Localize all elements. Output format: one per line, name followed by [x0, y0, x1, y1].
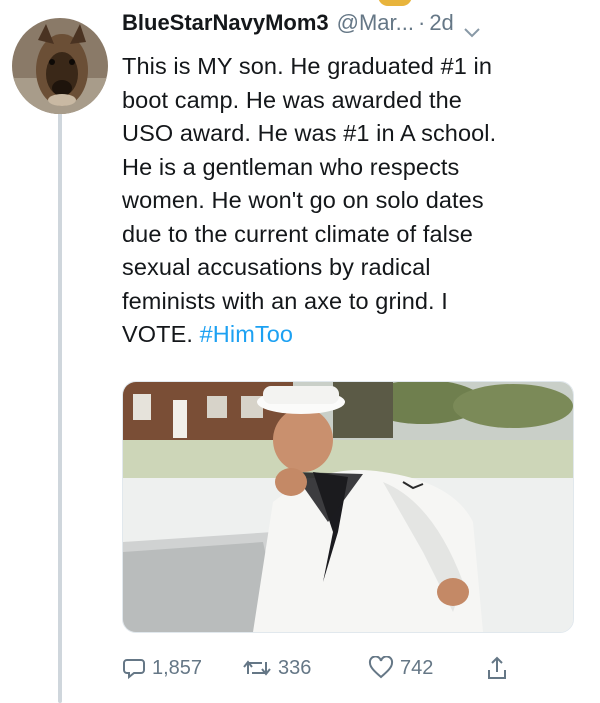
- display-name[interactable]: BlueStarNavyMom3: [122, 10, 329, 36]
- reply-button[interactable]: 1,857: [122, 656, 242, 680]
- tweet-text-fragment: VOTE.: [122, 321, 200, 347]
- handle[interactable]: @Mar...: [337, 10, 414, 36]
- emoji-fragment: [378, 0, 412, 6]
- tweet-header: BlueStarNavyMom3 @Mar... · 2d: [122, 10, 582, 46]
- tweet-text-line: feminists with an axe to grind. I: [122, 287, 448, 314]
- reply-count: 1,857: [152, 656, 203, 679]
- like-count: 742: [400, 656, 434, 679]
- chevron-down-icon[interactable]: [462, 20, 482, 38]
- heart-icon: [368, 656, 394, 679]
- tweet-text-line: USO award. He was #1 in A school.: [122, 120, 497, 146]
- tweet-actions: 1,857 336 742: [122, 650, 582, 686]
- sailor-photo: [123, 382, 573, 632]
- tweet-media-photo[interactable]: [122, 381, 574, 633]
- share-icon: [488, 656, 506, 679]
- tweet-text-line: due to the current climate of false: [122, 220, 473, 247]
- tweet-text-line: women. He won't go on solo dates: [122, 187, 484, 213]
- timestamp[interactable]: 2d: [429, 10, 453, 36]
- avatar[interactable]: [12, 18, 108, 114]
- like-button[interactable]: 742: [368, 656, 486, 680]
- tweet-text-line: He is a gentleman who respects: [122, 153, 460, 180]
- tweet-text: This is MY son. He graduated #1 in boot …: [122, 50, 577, 352]
- reply-icon: [123, 659, 145, 680]
- thread-line: [58, 112, 62, 703]
- hashtag-link[interactable]: #HimToo: [200, 321, 293, 347]
- retweet-button[interactable]: 336: [242, 656, 368, 680]
- tweet-text-line: boot camp. He was awarded the: [122, 86, 462, 113]
- retweet-icon: [243, 660, 271, 676]
- tweet-text-line: sexual accusations by radical: [122, 254, 431, 280]
- tweet-text-last-line: VOTE. #HimToo: [122, 318, 577, 352]
- share-button[interactable]: [486, 655, 516, 681]
- avatar-dog-image: [12, 18, 108, 114]
- tweet-text-line: This is MY son. He graduated #1 in: [122, 53, 493, 79]
- tweet[interactable]: BlueStarNavyMom3 @Mar... · 2d This is MY…: [122, 10, 582, 352]
- retweet-count: 336: [278, 656, 312, 679]
- separator-dot: ·: [417, 10, 426, 35]
